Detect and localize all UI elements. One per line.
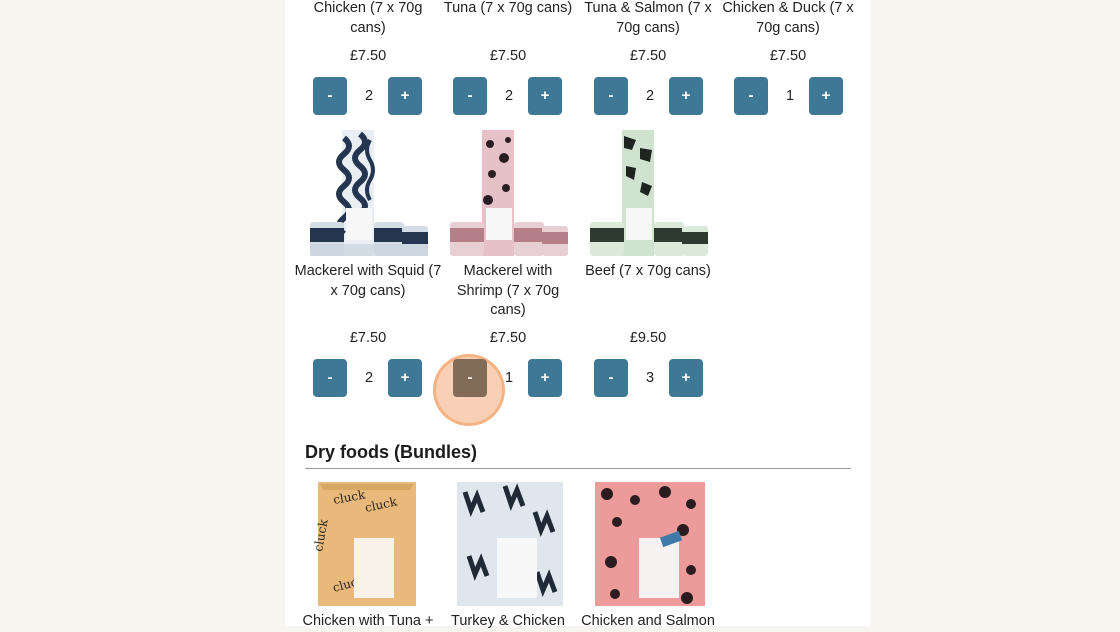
product-card-chicken-duck: Chicken & Duck (7 x 70g cans)	[718, 0, 858, 38]
product-title: Tuna & Salmon (7 x 70g cans)	[584, 0, 712, 36]
product-price: £7.50	[349, 48, 387, 64]
decrease-button[interactable]: -	[734, 77, 768, 115]
beef-product-image[interactable]	[590, 130, 708, 256]
section-divider	[305, 468, 851, 469]
quantity-stepper: - 2 +	[589, 77, 729, 115]
product-title: Mackerel with Shrimp (7 x 70g cans)	[456, 263, 560, 318]
product-card-chicken: Chicken (7 x 70g cans)	[298, 0, 438, 38]
product-card-mackerel-shrimp: Mackerel with Shrimp (7 x 70g cans)	[438, 262, 578, 321]
product-card-dry-1: Chicken with Tuna +	[298, 612, 438, 632]
decrease-button[interactable]: -	[594, 77, 628, 115]
product-card-tuna-salmon: Tuna & Salmon (7 x 70g cans)	[578, 0, 718, 38]
quantity-stepper: - 2 +	[308, 359, 448, 397]
decrease-button[interactable]: -	[313, 359, 347, 397]
increase-button[interactable]: +	[388, 77, 422, 115]
decrease-button[interactable]: -	[313, 77, 347, 115]
decrease-button[interactable]: -	[453, 77, 487, 115]
product-price: £7.50	[769, 48, 807, 64]
chicken-salmon-bag-image[interactable]	[595, 482, 705, 606]
product-price: £9.50	[629, 330, 667, 346]
quantity-value: 2	[364, 370, 374, 386]
increase-button[interactable]: +	[388, 359, 422, 397]
decrease-button[interactable]: -	[594, 359, 628, 397]
increase-button[interactable]: +	[669, 77, 703, 115]
product-title: Beef (7 x 70g cans)	[585, 263, 711, 279]
quantity-value: 1	[785, 88, 795, 104]
product-price: £7.50	[629, 48, 667, 64]
quantity-stepper: - 2 +	[448, 77, 588, 115]
product-title: Chicken (7 x 70g cans)	[313, 0, 423, 36]
product-card-dry-2: Turkey & Chicken	[438, 612, 578, 632]
product-card-beef: Beef (7 x 70g cans)	[578, 262, 718, 282]
quantity-value: 1	[504, 370, 514, 386]
chicken-tuna-salmon-bag-image[interactable]: cluck cluck cluck cluck	[314, 482, 420, 606]
quantity-value: 3	[645, 370, 655, 386]
mackerel-shrimp-product-image[interactable]	[450, 130, 568, 256]
mackerel-squid-product-image[interactable]	[310, 130, 428, 256]
decrease-button[interactable]: -	[453, 359, 487, 397]
product-price: £7.50	[349, 330, 387, 346]
product-card-dry-3: Chicken and Salmon	[578, 612, 718, 632]
quantity-value: 2	[504, 88, 514, 104]
product-title: Chicken with Tuna +	[302, 613, 434, 629]
increase-button[interactable]: +	[669, 359, 703, 397]
product-price: £7.50	[489, 330, 527, 346]
turkey-chicken-bag-image[interactable]	[457, 482, 563, 606]
quantity-stepper: - 1 +	[729, 77, 869, 115]
product-title: Chicken and Salmon	[581, 613, 715, 629]
increase-button[interactable]: +	[528, 359, 562, 397]
product-title: Tuna (7 x 70g cans)	[443, 0, 573, 16]
product-title: Turkey & Chicken	[451, 613, 565, 629]
product-title: Mackerel with Squid (7 x 70g cans)	[294, 263, 442, 299]
product-title: Chicken & Duck (7 x 70g cans)	[722, 0, 854, 36]
quantity-value: 2	[364, 88, 374, 104]
quantity-value: 2	[645, 88, 655, 104]
quantity-stepper: - 2 +	[308, 77, 448, 115]
quantity-stepper: - 3 +	[589, 359, 729, 397]
section-heading: Dry foods (Bundles)	[305, 442, 478, 462]
product-price: £7.50	[489, 48, 527, 64]
quantity-stepper: - 1 +	[448, 359, 588, 397]
product-card-tuna: Tuna (7 x 70g cans)	[438, 0, 578, 19]
increase-button[interactable]: +	[528, 77, 562, 115]
increase-button[interactable]: +	[809, 77, 843, 115]
product-card-mackerel-squid: Mackerel with Squid (7 x 70g cans)	[295, 262, 442, 301]
